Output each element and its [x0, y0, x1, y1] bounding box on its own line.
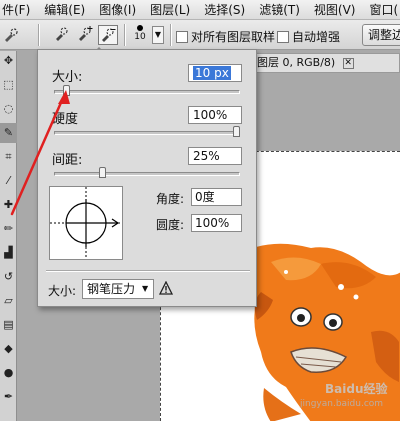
document-tab[interactable]: 图层 0, RGB/8) ✕ — [250, 53, 400, 73]
hardness-label: 硬度 — [52, 112, 79, 127]
gradient-tool-icon[interactable]: ▤ — [0, 315, 17, 335]
adjust-edge-button[interactable]: 调整边缘 — [362, 24, 400, 46]
separator — [170, 24, 172, 46]
sample-all-layers-checkbox[interactable]: 对所有图层取样 — [176, 28, 275, 45]
size-value: 10 px — [193, 66, 231, 80]
tools-panel: ✥ ⬚ ◌ ✎ ⌗ ⁄ ✚ ✏ ▟ ↺ ▱ ▤ ◆ ● ✒ — [0, 51, 17, 421]
brush-picker-dropdown[interactable]: ▼ — [152, 26, 164, 44]
options-bar: 10 ▼ 对所有图层取样 自动增强 调整边缘 — [0, 20, 400, 50]
pen-tool-icon[interactable]: ✒ — [0, 387, 17, 407]
quick-selection-tool-icon[interactable]: ✎ — [0, 123, 17, 143]
roundness-input[interactable]: 100% — [191, 214, 242, 232]
auto-enhance-label: 自动增强 — [292, 30, 341, 44]
add-to-selection-icon[interactable] — [75, 25, 95, 45]
spacing-label: 间距: — [52, 153, 83, 168]
new-selection-icon[interactable] — [52, 25, 72, 45]
menu-filter[interactable]: 滤镜(T) — [252, 0, 307, 20]
size-input[interactable]: 10 px — [188, 64, 242, 82]
hardness-slider-track[interactable] — [54, 131, 240, 135]
lasso-tool-icon[interactable]: ◌ — [0, 99, 17, 119]
blur-tool-icon[interactable]: ◆ — [0, 339, 17, 359]
brush-dot-icon — [137, 25, 143, 31]
spacing-slider-thumb[interactable] — [98, 167, 106, 178]
separator — [38, 24, 40, 46]
angle-input[interactable]: 0度 — [191, 188, 242, 206]
spacing-slider-track[interactable] — [54, 172, 240, 176]
close-icon[interactable]: ✕ — [342, 57, 354, 69]
separator — [124, 24, 126, 46]
angle-label: 角度: — [156, 192, 185, 206]
crop-tool-icon[interactable]: ⌗ — [0, 147, 17, 167]
dodge-tool-icon[interactable]: ● — [0, 363, 17, 383]
document-tab-label: 图层 0, RGB/8) — [257, 56, 336, 69]
brush-angle-preview[interactable] — [49, 186, 123, 260]
spacing-input[interactable]: 25% — [188, 147, 242, 165]
subtract-from-selection-icon[interactable] — [98, 25, 118, 45]
history-brush-tool-icon[interactable]: ↺ — [0, 267, 17, 287]
watermark-url: jingyan.baidu.com — [300, 399, 384, 409]
roundness-label: 圆度: — [156, 218, 185, 232]
quick-selection-tool-icon[interactable] — [2, 26, 20, 44]
sample-all-layers-label: 对所有图层取样 — [191, 30, 276, 44]
size-control-value: 钢笔压力 — [87, 282, 136, 296]
warning-icon — [159, 281, 173, 295]
auto-enhance-checkbox[interactable]: 自动增强 — [277, 28, 340, 45]
size-label: 大小: — [52, 70, 83, 85]
move-tool-icon[interactable]: ✥ — [0, 51, 17, 71]
hardness-slider-thumb[interactable] — [233, 126, 240, 137]
brush-size-preview[interactable]: 10 — [130, 23, 150, 47]
size-slider-track[interactable] — [54, 90, 240, 94]
menu-file[interactable]: 件(F) — [0, 0, 37, 20]
menu-bar: 件(F) 编辑(E) 图像(I) 图层(L) 选择(S) 滤镜(T) 视图(V)… — [0, 0, 400, 20]
checkbox-box[interactable] — [277, 30, 289, 43]
size-slider-thumb[interactable] — [62, 85, 70, 96]
brush-size-label: 10 — [134, 32, 146, 42]
menu-image[interactable]: 图像(I) — [92, 0, 143, 20]
watermark-logo: Baidu经验 — [325, 382, 388, 396]
marquee-tool-icon[interactable]: ⬚ — [0, 75, 17, 95]
brush-picker-popup: 大小: 10 px 硬度 100% 间距: 25% 角度: 0度 圆度: 100… — [37, 49, 257, 307]
healing-brush-tool-icon[interactable]: ✚ — [0, 195, 17, 215]
chevron-down-icon[interactable]: ▼ — [142, 279, 148, 299]
brush-tool-icon[interactable]: ✏ — [0, 219, 17, 239]
crosshair-icon — [50, 187, 122, 259]
menu-view[interactable]: 视图(V) — [307, 0, 363, 20]
clone-stamp-tool-icon[interactable]: ▟ — [0, 243, 17, 263]
menu-window[interactable]: 窗口( — [362, 0, 400, 20]
menu-layer[interactable]: 图层(L) — [143, 0, 197, 20]
eyedropper-tool-icon[interactable]: ⁄ — [0, 171, 17, 191]
popup-divider — [46, 270, 250, 272]
size-control-label: 大小: — [48, 284, 77, 298]
menu-edit[interactable]: 编辑(E) — [37, 0, 92, 20]
checkbox-box[interactable] — [176, 30, 188, 43]
hardness-input[interactable]: 100% — [188, 106, 242, 124]
menu-select[interactable]: 选择(S) — [197, 0, 252, 20]
eraser-tool-icon[interactable]: ▱ — [0, 291, 17, 311]
